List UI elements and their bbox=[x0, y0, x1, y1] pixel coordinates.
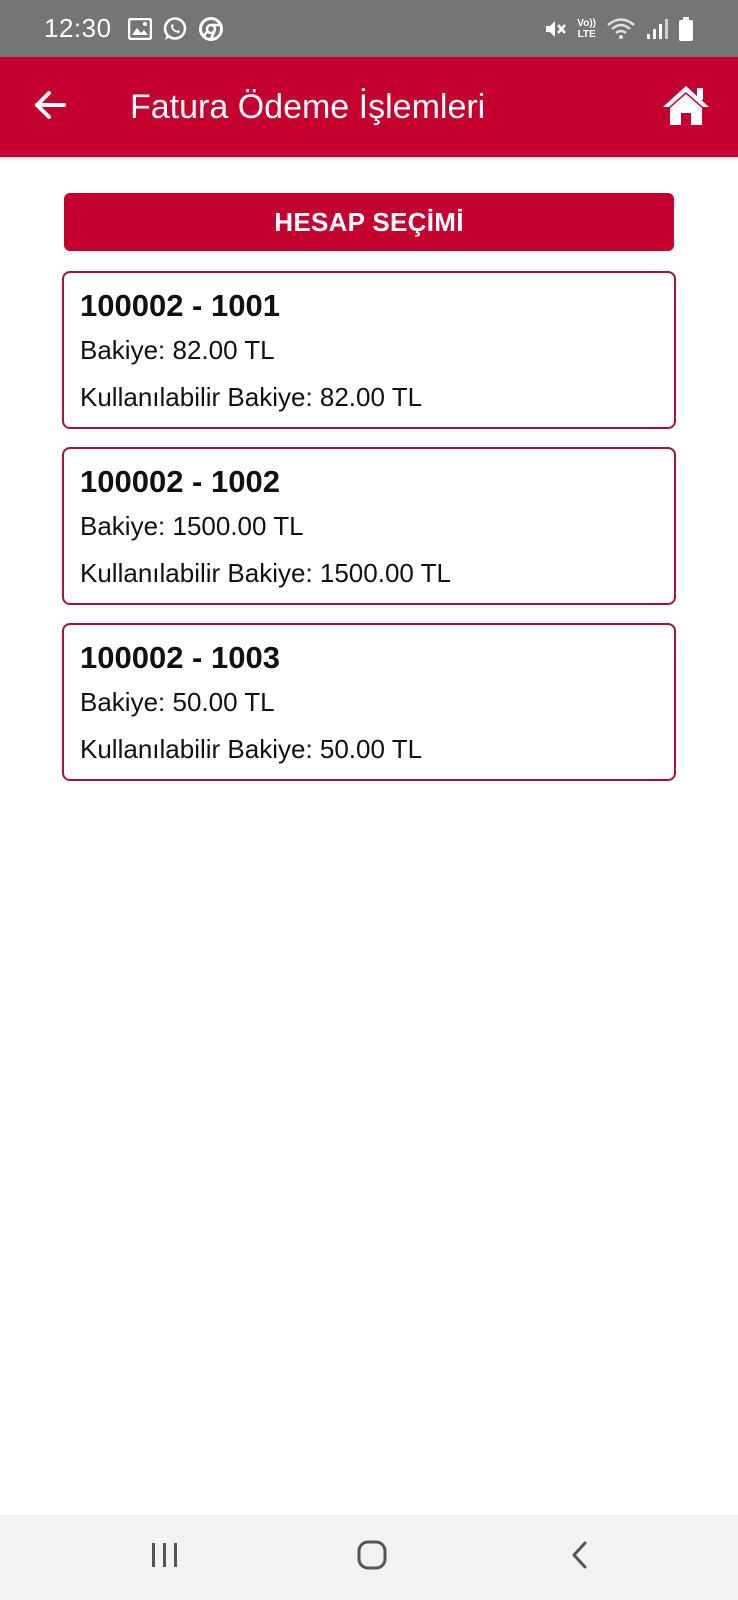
account-balance: Bakiye: 1500.00 TL bbox=[80, 511, 304, 541]
account-available-balance: Kullanılabilir Bakiye: 1500.00 TL bbox=[80, 558, 451, 588]
home-icon bbox=[661, 83, 711, 132]
account-balance: Bakiye: 82.00 TL bbox=[80, 335, 275, 365]
account-card[interactable]: 100002 - 1002 Bakiye: 1500.00 TL Kullanı… bbox=[62, 447, 676, 605]
signal-icon bbox=[646, 17, 668, 41]
chrome-icon bbox=[198, 16, 224, 42]
page-title: Fatura Ödeme İşlemleri bbox=[130, 88, 486, 126]
status-time: 12:30 bbox=[44, 13, 112, 43]
back-nav-button[interactable] bbox=[545, 1527, 615, 1587]
back-button[interactable] bbox=[22, 79, 78, 135]
account-balance: Bakiye: 50.00 TL bbox=[80, 687, 275, 717]
system-icons: Vo)) LTE bbox=[543, 16, 694, 42]
home-nav-button[interactable] bbox=[337, 1527, 407, 1587]
recent-apps-icon bbox=[150, 1541, 180, 1574]
account-card[interactable]: 100002 - 1001 Bakiye: 82.00 TL Kullanıla… bbox=[62, 271, 676, 429]
app-bar-shadow bbox=[0, 157, 738, 161]
lte-label: LTE bbox=[577, 28, 596, 40]
home-button[interactable] bbox=[656, 77, 716, 137]
account-number: 100002 - 1002 bbox=[80, 464, 280, 499]
arrow-left-icon bbox=[33, 90, 67, 125]
wifi-icon bbox=[606, 17, 636, 41]
app-bar: Fatura Ödeme İşlemleri bbox=[0, 57, 738, 157]
battery-icon bbox=[678, 16, 694, 42]
whatsapp-icon bbox=[162, 16, 188, 42]
account-number: 100002 - 1001 bbox=[80, 288, 280, 323]
volte-label: Vo)) bbox=[577, 17, 596, 29]
home-nav-icon bbox=[356, 1539, 388, 1576]
back-nav-icon bbox=[568, 1540, 592, 1575]
account-number: 100002 - 1003 bbox=[80, 640, 280, 675]
system-nav-bar bbox=[0, 1515, 738, 1600]
recent-apps-button[interactable] bbox=[130, 1527, 200, 1587]
volte-indicator: Vo)) LTE bbox=[577, 18, 596, 40]
mute-icon bbox=[543, 17, 567, 41]
notification-icons bbox=[127, 16, 224, 42]
status-bar: 12:30 Vo)) LTE bbox=[0, 0, 738, 57]
account-card[interactable]: 100002 - 1003 Bakiye: 50.00 TL Kullanıla… bbox=[62, 623, 676, 781]
account-available-balance: Kullanılabilir Bakiye: 50.00 TL bbox=[80, 734, 423, 764]
account-available-balance: Kullanılabilir Bakiye: 82.00 TL bbox=[80, 382, 423, 412]
account-list: 100002 - 1001 Bakiye: 82.00 TL Kullanıla… bbox=[62, 271, 676, 799]
gallery-icon bbox=[127, 17, 152, 40]
account-selection-header: HESAP SEÇİMİ bbox=[64, 193, 674, 251]
